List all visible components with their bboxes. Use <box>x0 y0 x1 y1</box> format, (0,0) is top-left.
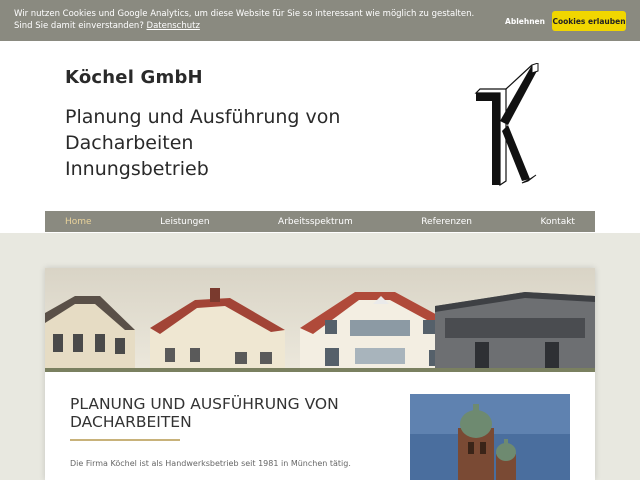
main-heading: PLANUNG UND AUSFÜHRUNG VON DACHARBEITEN <box>70 395 339 431</box>
tagline-line-3: Innungsbetrieb <box>65 158 209 180</box>
nav-kontakt[interactable]: Kontakt <box>541 217 575 227</box>
company-name: Köchel GmbH <box>65 67 203 88</box>
decline-button[interactable]: Ablehnen <box>502 12 548 30</box>
nav-leistungen[interactable]: Leistungen <box>160 217 209 227</box>
cookie-text: Wir nutzen Cookies und Google Analytics,… <box>14 9 475 31</box>
company-logo[interactable] <box>470 63 540 187</box>
content-card: PLANUNG UND AUSFÜHRUNG VON DACHARBEITEN … <box>45 268 595 480</box>
intro-text: Die Firma Köchel ist als Handwerksbetrie… <box>70 459 351 468</box>
cookie-banner: Wir nutzen Cookies und Google Analytics,… <box>0 0 640 41</box>
heading-underline <box>70 439 180 441</box>
nav-arbeitsspektrum[interactable]: Arbeitsspektrum <box>278 217 353 227</box>
site-header: Köchel GmbH Planung und Ausführung von D… <box>0 41 640 233</box>
nav-home[interactable]: Home <box>65 217 92 227</box>
tagline: Planung und Ausführung von Dacharbeiten … <box>65 104 365 182</box>
tagline-line-1: Planung und Ausführung von <box>65 106 341 128</box>
main-navigation: Home Leistungen Arbeitsspektrum Referenz… <box>45 211 595 232</box>
accept-cookies-button[interactable]: Cookies erlauben <box>552 11 626 31</box>
church-photo <box>410 394 570 480</box>
nav-referenzen[interactable]: Referenzen <box>421 217 472 227</box>
houses-banner-image <box>45 268 595 372</box>
privacy-link[interactable]: Datenschutz <box>147 21 200 31</box>
tagline-line-2: Dacharbeiten <box>65 132 194 154</box>
cookie-message: Wir nutzen Cookies und Google Analytics,… <box>14 8 484 32</box>
